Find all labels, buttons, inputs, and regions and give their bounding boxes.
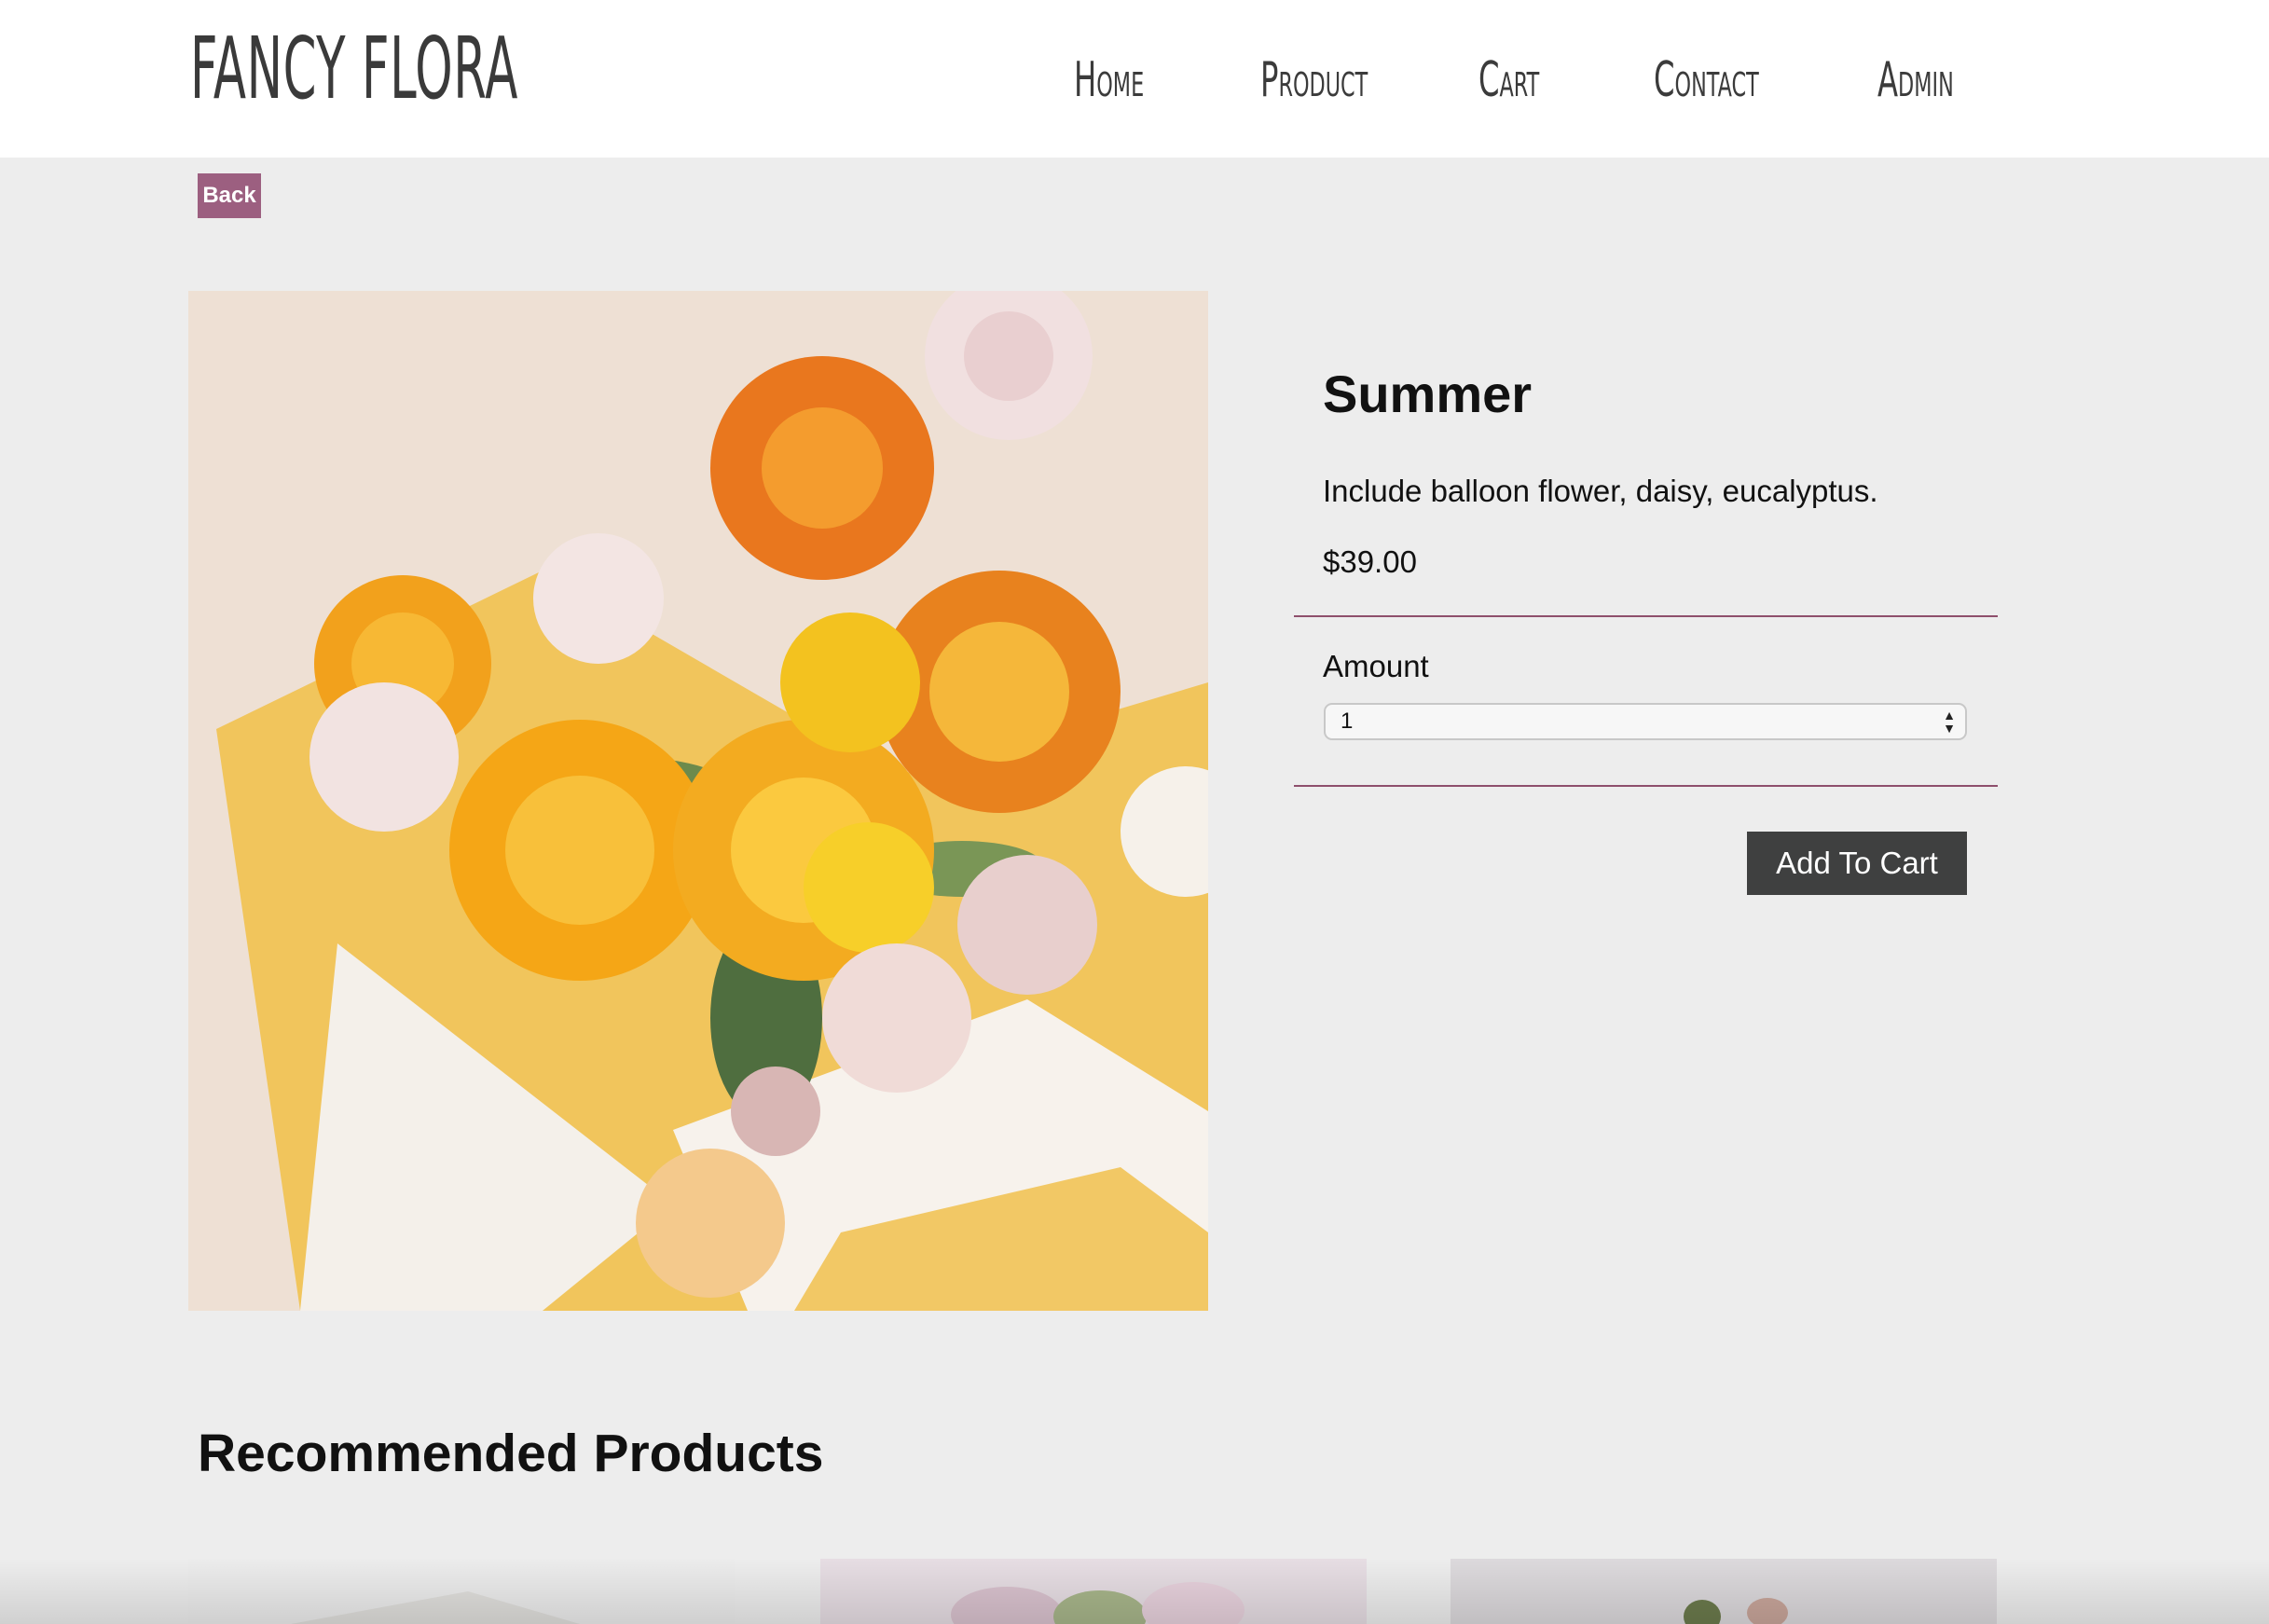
back-button[interactable]: Back	[198, 173, 261, 218]
product-price: $39.00	[1323, 544, 1417, 579]
recommended-product-image	[188, 1559, 735, 1624]
add-to-cart-button[interactable]: Add To Cart	[1747, 832, 1967, 895]
recommended-product-image	[1451, 1559, 1997, 1624]
recommended-product-image	[820, 1559, 1367, 1624]
nav-admin[interactable]: Admin	[1877, 56, 1954, 104]
recommended-product-card[interactable]	[1451, 1559, 1997, 1624]
nav-product[interactable]: Product	[1260, 56, 1368, 104]
recommended-title: Recommended Products	[198, 1424, 824, 1483]
bouquet-illustration	[188, 291, 1208, 1311]
divider-top	[1294, 615, 1998, 617]
recommended-product-card[interactable]	[188, 1559, 735, 1624]
site-header: FANCY FLORA Home Product Cart Contact Ad…	[0, 0, 2269, 158]
recommended-product-card[interactable]	[820, 1559, 1367, 1624]
main-nav: Home Product Cart Contact Admin	[0, 56, 2269, 112]
select-arrows-icon: ▲ ▼	[1943, 708, 1956, 736]
amount-select[interactable]: 1 ▲ ▼	[1324, 703, 1967, 740]
amount-label: Amount	[1323, 649, 1429, 683]
product-image	[188, 291, 1208, 1311]
nav-home[interactable]: Home	[1074, 56, 1144, 104]
divider-bottom	[1294, 785, 1998, 787]
product-description: Include balloon flower, daisy, eucalyptu…	[1323, 474, 1878, 508]
nav-cart[interactable]: Cart	[1478, 56, 1539, 104]
nav-contact[interactable]: Contact	[1654, 56, 1759, 104]
amount-value: 1	[1341, 709, 1354, 734]
product-title: Summer	[1323, 365, 1533, 423]
